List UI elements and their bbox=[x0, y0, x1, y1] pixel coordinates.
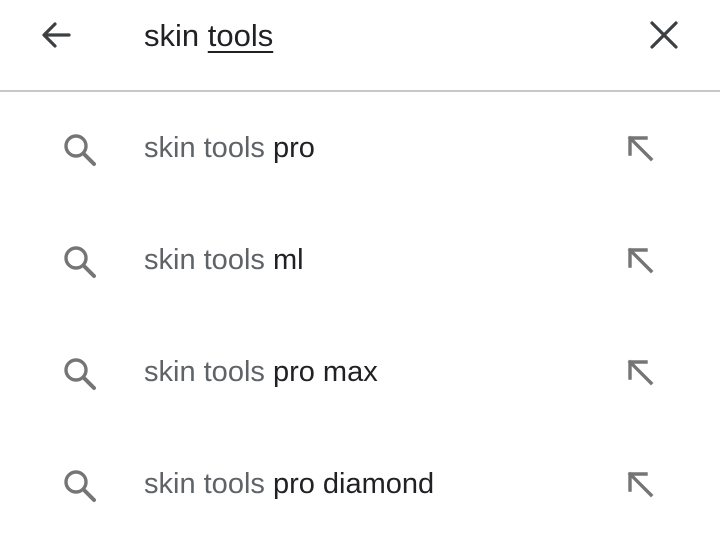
fill-query-button[interactable] bbox=[616, 238, 664, 282]
search-bar: skin tools bbox=[0, 0, 720, 92]
search-icon bbox=[58, 352, 102, 396]
query-composing-text: tools bbox=[207, 18, 274, 53]
back-button[interactable] bbox=[30, 12, 82, 58]
search-icon bbox=[58, 240, 102, 284]
fill-query-button[interactable] bbox=[616, 350, 664, 394]
suggestion-prefix: skin tools bbox=[144, 468, 273, 500]
arrow-up-left-icon bbox=[627, 247, 654, 274]
suggestion-list: skin tools pro skin tools ml skin tools … bbox=[0, 92, 720, 540]
suggestion-suffix: ml bbox=[272, 244, 304, 276]
suggestion-suffix: pro diamond bbox=[272, 468, 435, 500]
suggestion-prefix: skin tools bbox=[144, 244, 273, 276]
arrow-up-left-icon bbox=[627, 471, 654, 498]
suggestion-prefix: skin tools bbox=[144, 132, 273, 164]
suggestion-text: skin tools pro bbox=[144, 126, 315, 170]
suggestion-text: skin tools ml bbox=[144, 238, 304, 282]
suggestion-item[interactable]: skin tools pro diamond bbox=[0, 428, 720, 540]
fill-query-button[interactable] bbox=[616, 126, 664, 170]
search-input[interactable]: skin tools bbox=[144, 14, 273, 58]
query-prefix: skin bbox=[144, 18, 208, 53]
clear-button[interactable] bbox=[640, 12, 688, 58]
suggestion-prefix: skin tools bbox=[144, 356, 273, 388]
search-icon bbox=[58, 464, 102, 508]
suggestion-item[interactable]: skin tools ml bbox=[0, 204, 720, 316]
search-icon bbox=[58, 128, 102, 172]
arrow-up-left-icon bbox=[627, 135, 654, 162]
suggestion-suffix: pro max bbox=[272, 356, 378, 388]
arrow-back-icon bbox=[42, 22, 71, 48]
suggestion-item[interactable]: skin tools pro bbox=[0, 92, 720, 204]
close-icon bbox=[650, 21, 678, 49]
suggestion-item[interactable]: skin tools pro max bbox=[0, 316, 720, 428]
arrow-up-left-icon bbox=[627, 359, 654, 386]
suggestion-text: skin tools pro max bbox=[144, 350, 378, 394]
fill-query-button[interactable] bbox=[616, 462, 664, 506]
suggestion-text: skin tools pro diamond bbox=[144, 462, 434, 506]
suggestion-suffix: pro bbox=[272, 132, 315, 164]
